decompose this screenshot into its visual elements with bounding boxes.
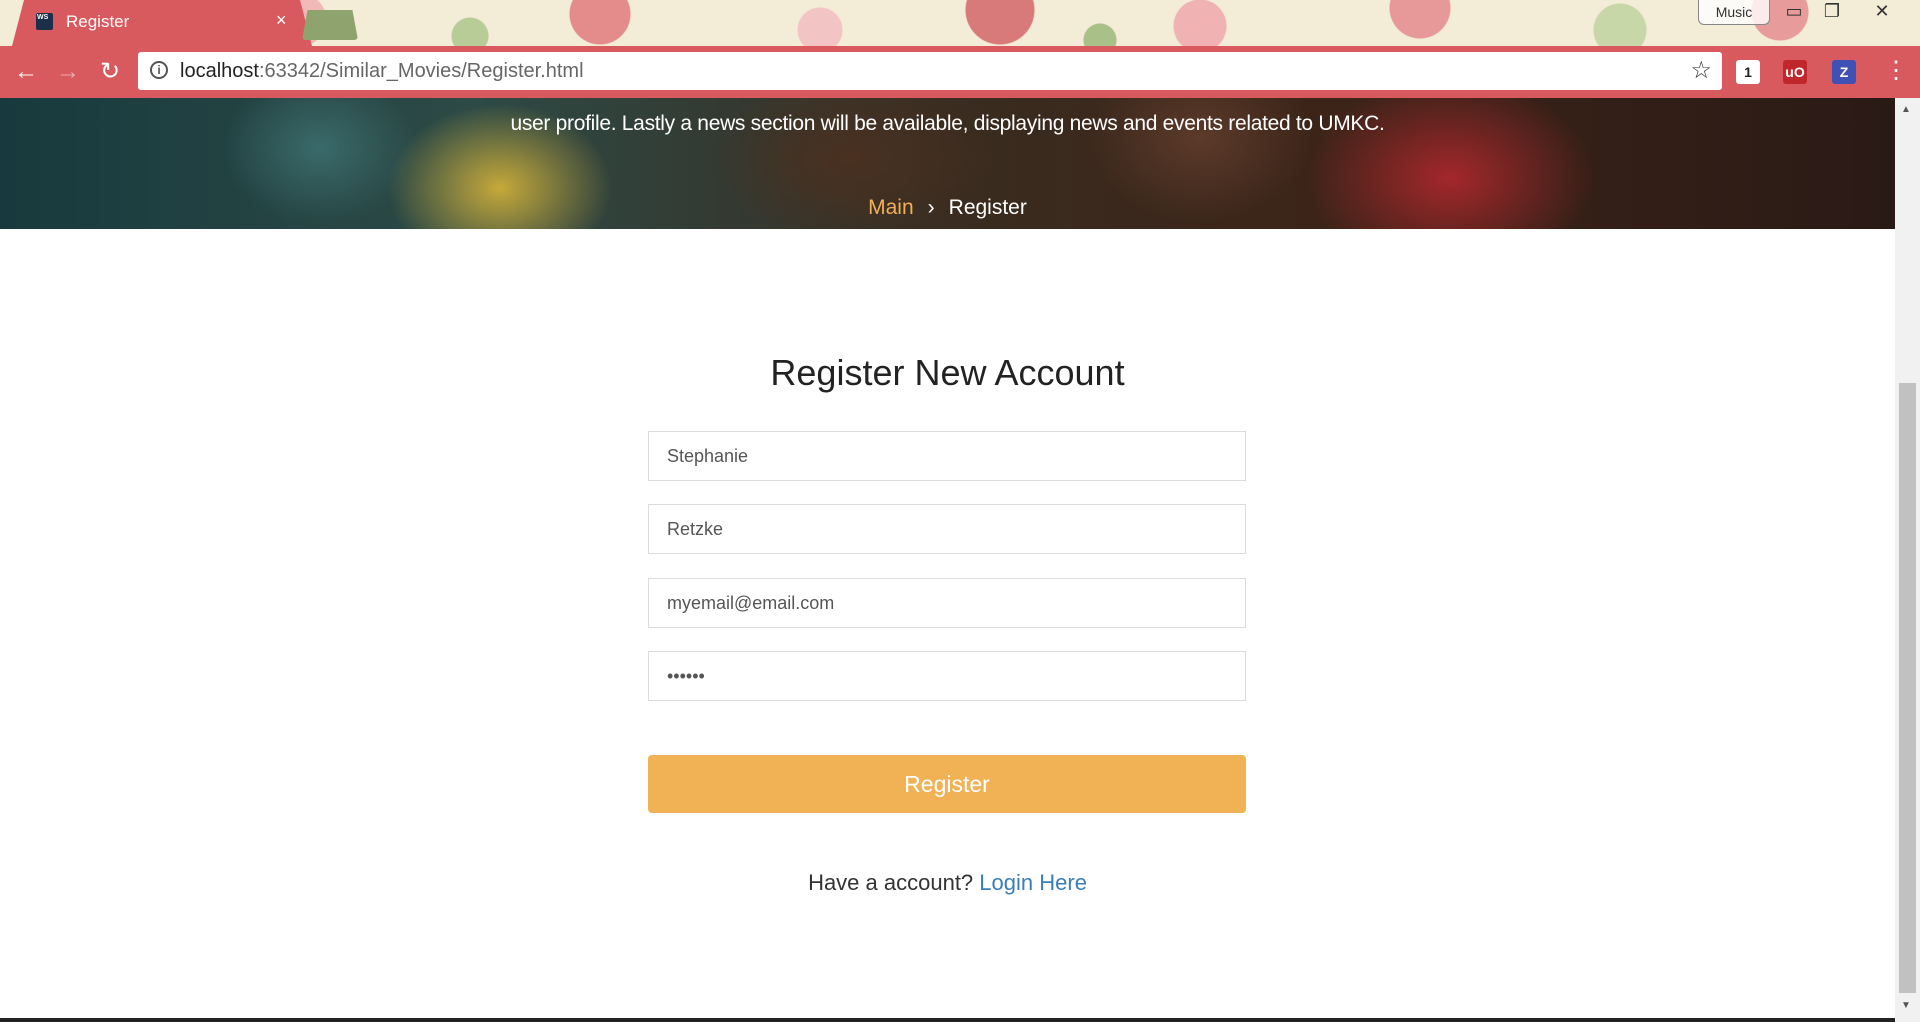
- forward-arrow-icon[interactable]: →: [52, 56, 84, 88]
- z-extension-icon[interactable]: Z: [1832, 60, 1856, 84]
- browser-menu-icon[interactable]: ⋮: [1884, 56, 1908, 85]
- scroll-thumb[interactable]: [1899, 383, 1916, 993]
- webstorm-favicon-icon: WS: [36, 13, 53, 30]
- minimize-icon[interactable]: ▭: [1774, 0, 1814, 24]
- breadcrumb-current: Register: [948, 196, 1027, 219]
- chevron-right-icon: ›: [927, 196, 935, 219]
- new-tab-button[interactable]: [302, 10, 358, 40]
- tab-close-icon[interactable]: ×: [276, 10, 287, 31]
- ublock-icon[interactable]: uO: [1783, 60, 1807, 84]
- title-bar: WS Register × Music ▭ ❐ ✕: [0, 0, 1920, 46]
- back-arrow-icon[interactable]: ←: [10, 56, 42, 88]
- scroll-up-icon[interactable]: ▲: [1901, 104, 1911, 115]
- music-button[interactable]: Music: [1698, 0, 1770, 25]
- tab-title: Register: [66, 12, 130, 31]
- restore-icon[interactable]: ❐: [1812, 0, 1852, 24]
- url-host: localhost: [180, 60, 259, 82]
- bookmark-star-icon[interactable]: ☆: [1690, 56, 1712, 85]
- page-scrollbar[interactable]: ▲ ▼: [1895, 98, 1920, 1022]
- browser-tab[interactable]: [12, 0, 312, 46]
- scroll-down-icon[interactable]: ▼: [1901, 1000, 1911, 1011]
- login-prompt-text: Have a account?: [808, 870, 974, 895]
- extension-1-icon[interactable]: 1: [1736, 60, 1760, 84]
- url-text[interactable]: localhost:63342/Similar_Movies/Register.…: [180, 60, 584, 83]
- reload-icon[interactable]: ↻: [94, 56, 126, 88]
- breadcrumb: Main › Register: [0, 196, 1895, 220]
- hero-banner: user profile. Lastly a news section will…: [0, 98, 1895, 229]
- password-field[interactable]: [648, 651, 1246, 701]
- login-link[interactable]: Login Here: [979, 870, 1087, 895]
- close-window-icon[interactable]: ✕: [1862, 0, 1902, 24]
- breadcrumb-main-link[interactable]: Main: [868, 196, 914, 219]
- last-name-field[interactable]: [648, 504, 1246, 554]
- address-bar[interactable]: i localhost:63342/Similar_Movies/Registe…: [138, 52, 1722, 90]
- email-field[interactable]: [648, 578, 1246, 628]
- register-button[interactable]: Register: [648, 755, 1246, 813]
- login-prompt-row: Have a account? Login Here: [0, 870, 1895, 896]
- hero-description: user profile. Lastly a news section will…: [510, 112, 1385, 135]
- browser-toolbar: ← → ↻ i localhost:63342/Similar_Movies/R…: [0, 46, 1920, 98]
- bottom-border: [0, 1018, 1895, 1022]
- first-name-field[interactable]: [648, 431, 1246, 481]
- page-title: Register New Account: [770, 352, 1125, 393]
- url-path: :63342/Similar_Movies/Register.html: [258, 60, 584, 82]
- info-icon[interactable]: i: [150, 61, 168, 79]
